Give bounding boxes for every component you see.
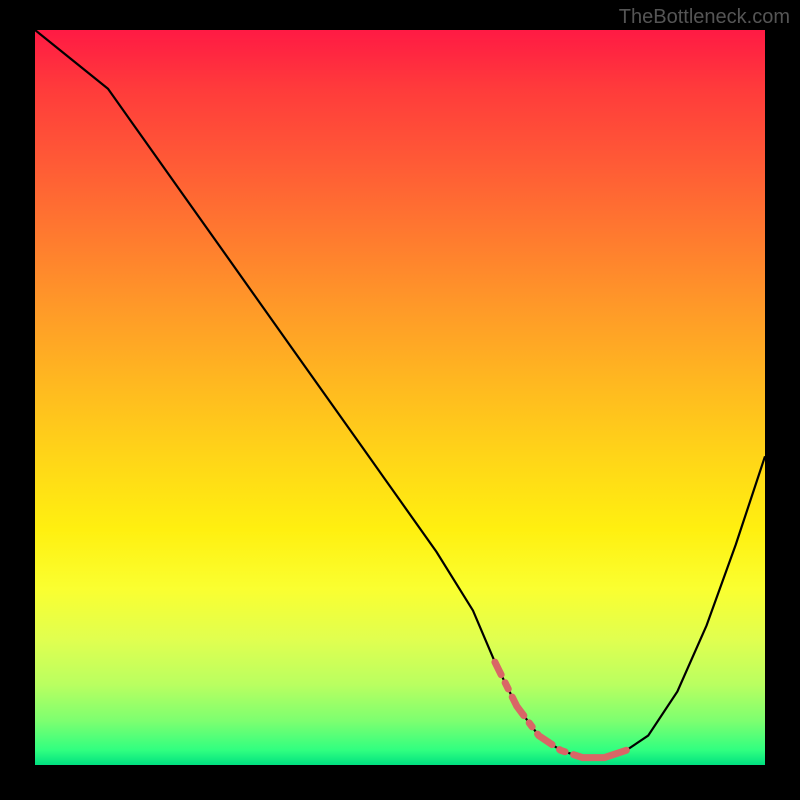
- chart-plot-area: [35, 30, 765, 765]
- watermark-text: TheBottleneck.com: [619, 6, 790, 29]
- flat-region-marker: [495, 662, 626, 758]
- chart-svg: [35, 30, 765, 765]
- curve-path: [35, 30, 765, 758]
